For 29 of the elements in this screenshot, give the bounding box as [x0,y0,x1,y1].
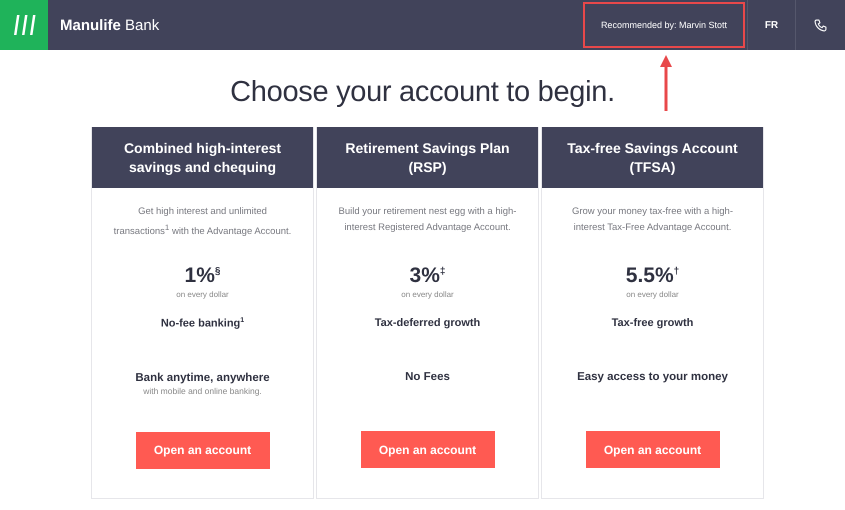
card-description: Grow your money tax-free with a high-interest Tax-Free Advantage Account. [570,205,734,235]
recommended-by-link[interactable]: Recommended by: Marvin Stott [600,20,727,30]
card-description: Get high interest and unlimited transactions$^{1}$ with the Advantage Account. [112,205,292,238]
card-heading: Tax-free Savings Account (TFSA) [542,127,763,188]
card-heading: Retirement Savings Plan (RSP) [317,127,538,188]
card-description: Build your retirement nest egg with a high-interest Registered Advantage Account. [338,205,518,235]
open-account-button[interactable]: Open an account [136,432,270,469]
card-highlight: Easy access to your money [577,371,728,383]
interest-rate: 3%$^{‡}$ [410,264,446,288]
rate-note: on every dollar [626,290,679,299]
card-highlight: Bank anytime, anywhere [135,372,270,384]
open-account-button[interactable]: Open an account [586,431,720,468]
open-account-button[interactable]: Open an account [360,431,494,468]
language-button[interactable]: FR [747,0,795,50]
card-feature: Tax-deferred growth [374,317,480,329]
interest-rate: 5.5%$^{†}$ [626,264,680,288]
annotation-arrow [658,54,673,112]
phone-icon [814,18,827,32]
card-feature: No-fee banking$^{1}$ [160,317,244,330]
rate-note: on every dollar [401,290,454,299]
card-heading: Combined high-interest savings and chequing [92,127,313,188]
highlight-note: with mobile and online banking. [143,386,262,396]
interest-rate: 1%$^{§}$ [184,264,220,288]
brand-name: Manulife Bank [60,16,160,34]
rate-note: on every dollar [176,290,229,299]
card-highlight: No Fees [405,371,450,383]
logo-icon[interactable] [0,0,48,50]
card-feature: Tax-free growth [612,317,694,329]
page-title: Choose your account to begin. [230,76,615,109]
